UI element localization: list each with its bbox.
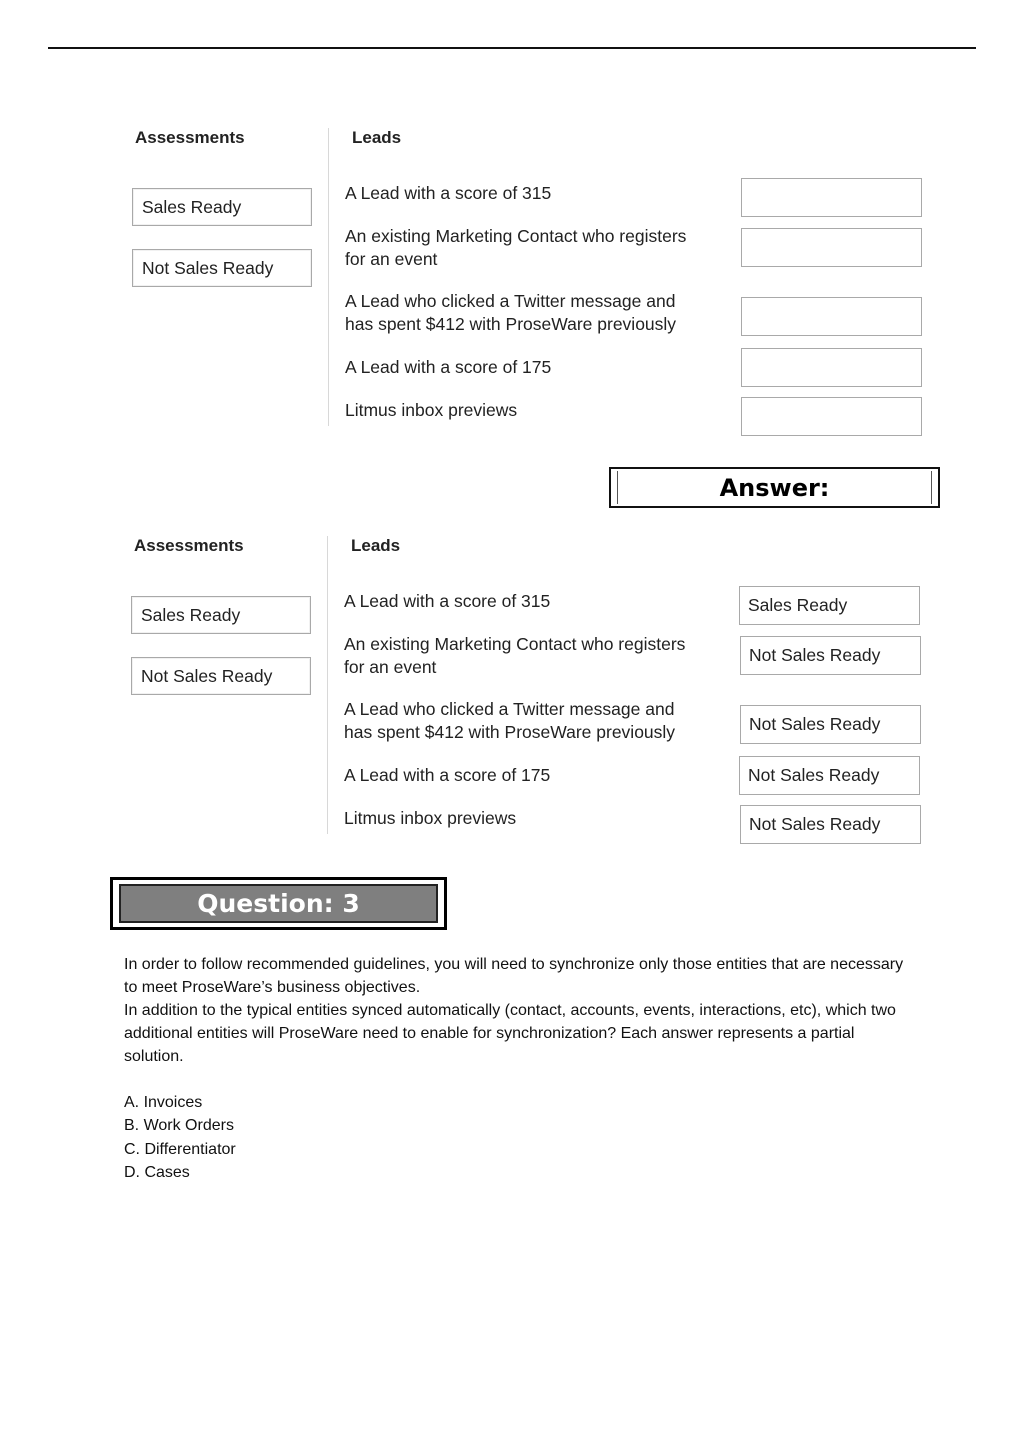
answer-slot-filled[interactable]: Not Sales Ready: [740, 805, 921, 844]
column-divider: [327, 536, 328, 834]
lead-item: A Lead with a score of 175: [344, 764, 734, 787]
assessment-tile-sales-ready[interactable]: Sales Ready: [131, 596, 311, 634]
answer-slot-filled[interactable]: Not Sales Ready: [740, 636, 921, 675]
answer-slot[interactable]: [741, 228, 922, 267]
lead-text: has spent $412 with ProseWare previously: [344, 722, 676, 742]
lead-item: Litmus inbox previews: [344, 807, 734, 830]
lead-item: A Lead with a score of 315: [344, 590, 734, 613]
lead-item: An existing Marketing Contact who regist…: [345, 225, 735, 271]
question-text: In order to follow recommended guideline…: [124, 953, 914, 1068]
lead-item: A Lead with a score of 175: [345, 356, 735, 379]
lead-text: Litmus inbox previews: [345, 400, 518, 420]
question-paragraph: In order to follow recommended guideline…: [124, 956, 904, 996]
answer-slot-filled[interactable]: Sales Ready: [739, 586, 920, 625]
lead-text: A Lead with a score of 175: [344, 765, 551, 785]
assessments-header: Assessments: [134, 536, 244, 555]
option-d[interactable]: D. Cases: [124, 1161, 236, 1184]
lead-item: A Lead with a score of 315: [345, 182, 735, 205]
question-banner-fill: Question: 3: [119, 884, 438, 923]
answer-slot[interactable]: [741, 348, 922, 387]
answer-slot[interactable]: [741, 397, 922, 436]
lead-item: A Lead who clicked a Twitter message and…: [345, 290, 735, 336]
question-number: Question: 3: [197, 889, 360, 918]
lead-text: An existing Marketing Contact who regist…: [344, 634, 686, 654]
option-c[interactable]: C. Differentiator: [124, 1138, 236, 1161]
lead-text: A Lead with a score of 315: [345, 183, 552, 203]
assessment-tile-not-sales-ready[interactable]: Not Sales Ready: [131, 657, 311, 695]
lead-text: for an event: [345, 249, 438, 269]
lead-item: Litmus inbox previews: [345, 399, 735, 422]
lead-text: for an event: [344, 657, 437, 677]
answer-slot-filled[interactable]: Not Sales Ready: [739, 756, 920, 795]
lead-text: A Lead who clicked a Twitter message and: [344, 699, 675, 719]
lead-text: A Lead who clicked a Twitter message and: [345, 291, 676, 311]
answer-slot[interactable]: [741, 297, 922, 336]
option-b[interactable]: B. Work Orders: [124, 1114, 236, 1137]
header-rule: [48, 47, 976, 49]
lead-item: An existing Marketing Contact who regist…: [344, 633, 734, 679]
answer-slot[interactable]: [741, 178, 922, 217]
lead-text: has spent $412 with ProseWare previously: [345, 314, 677, 334]
question-banner: Question: 3: [110, 877, 447, 930]
option-a[interactable]: A. Invoices: [124, 1091, 236, 1114]
lead-item: A Lead who clicked a Twitter message and…: [344, 698, 734, 744]
answer-banner-label: Answer:: [719, 473, 830, 502]
assessment-tile-sales-ready[interactable]: Sales Ready: [132, 188, 312, 226]
assessment-tile-not-sales-ready[interactable]: Not Sales Ready: [132, 249, 312, 287]
lead-text: A Lead with a score of 315: [344, 591, 551, 611]
lead-text: Litmus inbox previews: [344, 808, 517, 828]
answer-options: A. Invoices B. Work Orders C. Differenti…: [124, 1091, 236, 1184]
leads-header: Leads: [352, 128, 402, 147]
lead-text: An existing Marketing Contact who regist…: [345, 226, 687, 246]
question-paragraph: In addition to the typical entities sync…: [124, 1002, 896, 1065]
lead-text: A Lead with a score of 175: [345, 357, 552, 377]
assessments-header: Assessments: [135, 128, 245, 147]
leads-header: Leads: [351, 536, 401, 555]
answer-slot-filled[interactable]: Not Sales Ready: [740, 705, 921, 744]
column-divider: [328, 128, 329, 426]
answer-banner: Answer:: [609, 467, 940, 508]
